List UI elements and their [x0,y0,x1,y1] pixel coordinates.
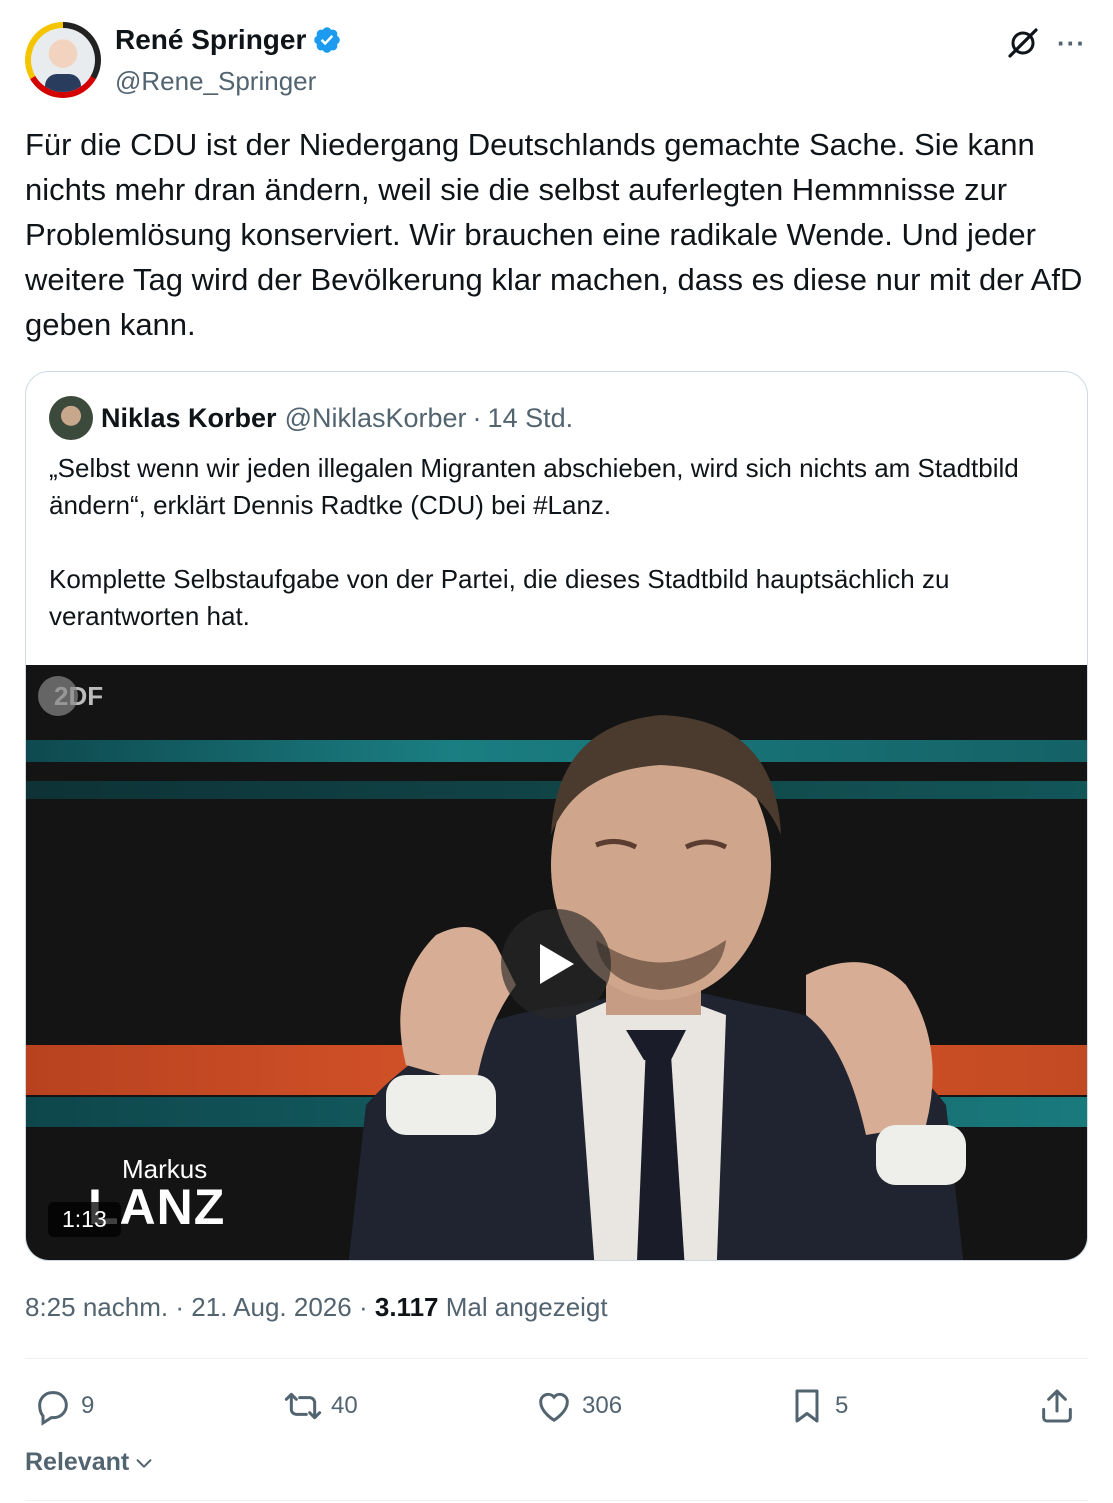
video-duration: 1:13 [48,1202,121,1237]
author-name-row[interactable]: René Springer [115,24,342,56]
author-avatar[interactable] [25,22,101,98]
tweet-text: Für die CDU ist der Niedergang Deutschla… [25,127,1083,342]
play-icon [540,944,574,984]
bookmark-button[interactable]: 5 [787,1380,848,1432]
quoted-tweet[interactable]: Niklas Korber @NiklasKorber · 14 Std. „S… [25,371,1088,1261]
quoted-header: Niklas Korber @NiklasKorber · 14 Std. [49,396,573,440]
meta-separator: · [175,1292,184,1322]
author-handle[interactable]: @Rene_Springer [115,66,316,97]
view-count-label: Mal angezeigt [445,1292,608,1322]
repost-button[interactable]: 40 [283,1380,358,1432]
chevron-down-icon [136,1458,152,1468]
reply-icon [38,1391,68,1426]
channel-logo-circle [38,676,78,716]
reply-button[interactable]: 9 [33,1380,94,1432]
quoted-separator: · [472,402,482,433]
repost-icon [284,1392,322,1420]
action-bar: 9 40 306 5 [25,1380,1088,1432]
quoted-avatar [49,396,93,440]
quoted-time: 14 Std. [487,402,574,433]
more-icon[interactable]: ··· [1057,28,1086,59]
tweet-time[interactable]: 8:25 nachm. [25,1292,168,1322]
channel-logo: 2DF [38,675,118,717]
view-count: 3.117 [374,1292,439,1322]
meta-separator: · [358,1292,368,1322]
play-button[interactable] [501,909,611,1019]
repost-count: 40 [331,1392,358,1419]
author-name[interactable]: René Springer [115,24,306,56]
quoted-author-name: Niklas Korber [101,402,277,433]
reply-count: 9 [81,1392,95,1419]
quoted-author-handle: @NiklasKorber [284,402,467,433]
share-button[interactable] [1037,1380,1077,1432]
quoted-text: „Selbst wenn wir jeden illegalen Migrant… [49,453,1019,631]
bookmark-icon [795,1389,819,1423]
divider [25,1500,1088,1501]
tweet-header: René Springer @Rene_Springer ··· [25,22,1090,100]
grok-icon[interactable] [1006,26,1040,60]
video-player[interactable]: 2DF Markus LANZ 1:13 [26,665,1087,1260]
video-person-figure [348,715,966,1260]
divider [25,1358,1088,1359]
tweet-date[interactable]: 21. Aug. 2026 [191,1292,351,1322]
sort-dropdown[interactable]: Relevant [25,1448,155,1477]
sort-label: Relevant [25,1448,130,1476]
share-icon [1042,1389,1072,1423]
bookmark-count: 5 [835,1392,849,1419]
tweet-meta: 8:25 nachm. · 21. Aug. 2026 · 3.117 Mal … [25,1292,608,1323]
like-button[interactable]: 306 [534,1380,622,1432]
verified-badge-icon [314,27,341,53]
like-icon [539,1392,569,1422]
like-count: 306 [582,1392,623,1419]
